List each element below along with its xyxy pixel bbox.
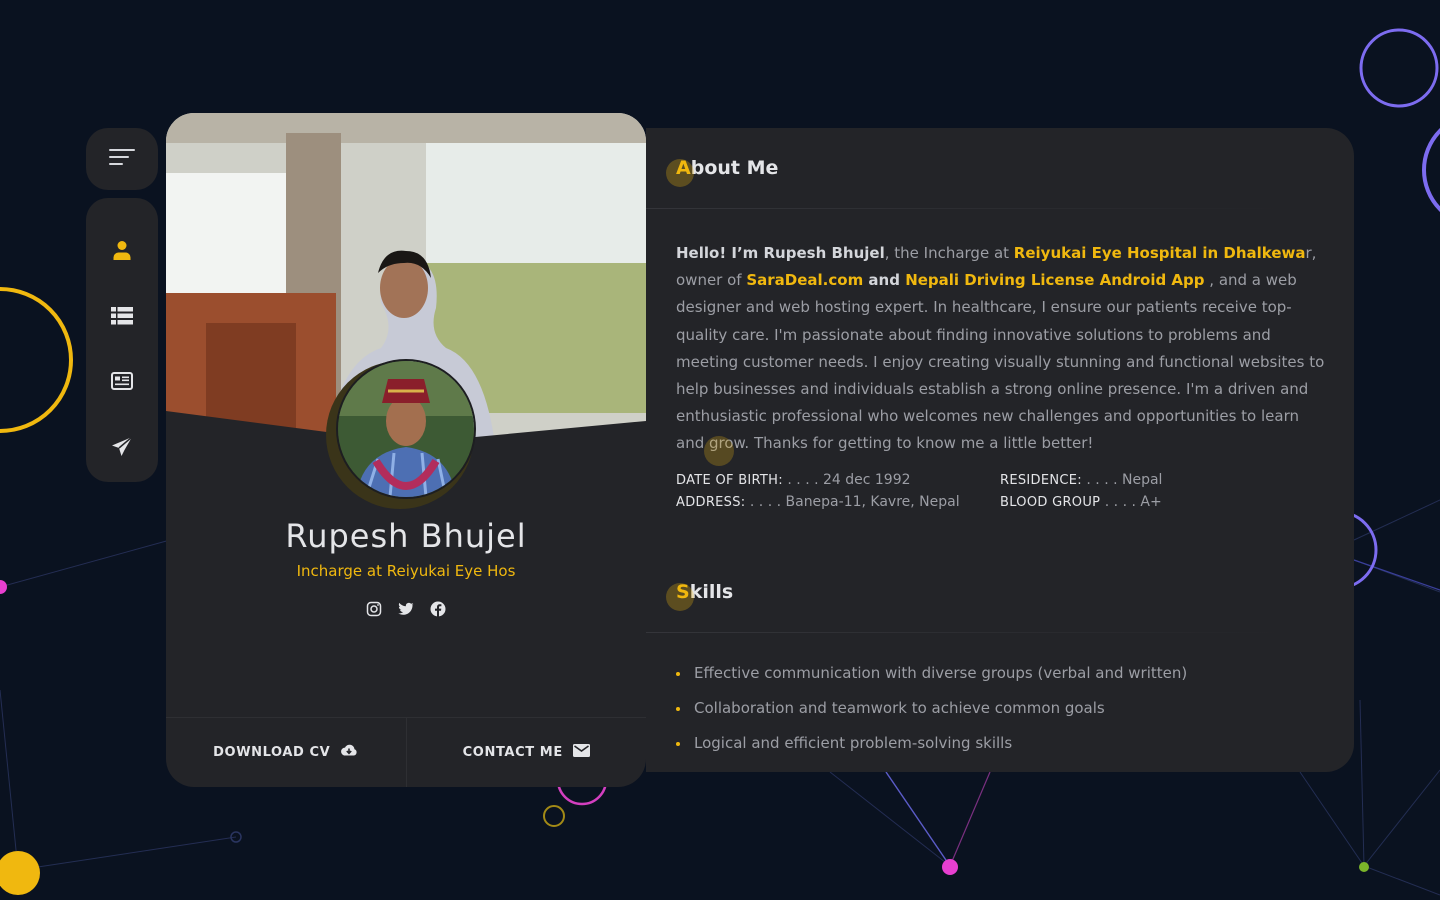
nav-item-about[interactable]	[86, 219, 158, 285]
info-value: . . . . Banepa-11, Kavre, Nepal	[745, 494, 960, 510]
about-and: and	[863, 271, 906, 290]
cloud-download-icon	[340, 744, 358, 762]
user-icon	[112, 240, 132, 264]
contact-me-label: CONTACT ME	[462, 745, 563, 760]
info-blood-group: BLOOD GROUP . . . . A+	[1000, 494, 1320, 510]
hamburger-icon	[109, 148, 135, 170]
about-body: , and a web designer and web hosting exp…	[676, 271, 1325, 453]
skills-list: Effective communication with diverse gro…	[676, 664, 1187, 769]
skills-title: Skills	[666, 581, 734, 611]
profile-name: Rupesh Bhujel	[285, 517, 527, 555]
info-residence: RESIDENCE: . . . . Nepal	[1000, 472, 1320, 488]
instagram-icon[interactable]	[366, 601, 382, 617]
facebook-icon[interactable]	[430, 601, 446, 617]
info-value: . . . . A+	[1100, 494, 1162, 510]
news-icon	[111, 372, 133, 394]
skills-divider	[646, 632, 1286, 633]
social-links	[166, 601, 646, 617]
card-actions: DOWNLOAD CV CONTACT ME	[166, 717, 646, 787]
about-divider	[646, 208, 1286, 209]
app-highlight[interactable]: Nepali Driving License Android App	[905, 271, 1204, 289]
envelope-icon	[572, 744, 590, 761]
decorative-dot	[704, 436, 734, 466]
profile-card: Rupesh Bhujel Incharge at Reiyukai Eye H…	[166, 113, 646, 787]
content-panel: About Me Hello! I’m Rupesh Bhujel, the I…	[646, 128, 1354, 772]
info-key: BLOOD GROUP	[1000, 495, 1101, 510]
download-cv-button[interactable]: DOWNLOAD CV	[166, 718, 406, 787]
info-key: DATE OF BIRTH:	[676, 473, 783, 488]
menu-toggle-button[interactable]	[86, 128, 158, 190]
title-accent-dot	[666, 159, 694, 187]
about-greeting: Hello! I’m Rupesh Bhujel	[676, 244, 885, 262]
nav-item-blog[interactable]	[86, 351, 158, 417]
about-text-1: , the Incharge at	[884, 244, 1014, 262]
list-icon	[111, 306, 133, 329]
avatar	[336, 359, 476, 499]
nav-item-contact[interactable]	[86, 416, 158, 482]
contact-me-button[interactable]: CONTACT ME	[405, 718, 647, 787]
about-paragraph: Hello! I’m Rupesh Bhujel, the Incharge a…	[676, 240, 1326, 458]
list-item: Collaboration and teamwork to achieve co…	[676, 699, 1187, 734]
info-value: . . . . Nepal	[1081, 472, 1163, 488]
skills-title-rest: kills	[689, 581, 734, 603]
list-item: Logical and efficient problem-solving sk…	[676, 734, 1187, 769]
sidebar-nav	[86, 198, 158, 482]
twitter-icon[interactable]	[398, 601, 414, 617]
title-accent-dot	[666, 583, 694, 611]
saradeal-link[interactable]: SaraDeal.com	[746, 271, 863, 289]
about-title-rest: bout Me	[690, 157, 779, 179]
paper-plane-icon	[111, 436, 133, 462]
info-address: ADDRESS: . . . . Banepa-11, Kavre, Nepal	[676, 494, 1000, 510]
info-value: . . . . 24 dec 1992	[782, 472, 911, 488]
hospital-highlight: Reiyukai Eye Hospital in Dhalkewa	[1013, 244, 1306, 262]
personal-info: DATE OF BIRTH: . . . . 24 dec 1992 RESID…	[676, 472, 1326, 510]
nav-item-resume[interactable]	[86, 285, 158, 351]
info-key: RESIDENCE:	[1000, 473, 1082, 488]
list-item: Effective communication with diverse gro…	[676, 664, 1187, 699]
info-dob: DATE OF BIRTH: . . . . 24 dec 1992	[676, 472, 1000, 488]
download-cv-label: DOWNLOAD CV	[213, 745, 331, 760]
info-key: ADDRESS:	[676, 495, 746, 510]
about-title: About Me	[666, 157, 779, 187]
profile-role: Incharge at Reiyukai Eye Hos	[296, 562, 516, 580]
